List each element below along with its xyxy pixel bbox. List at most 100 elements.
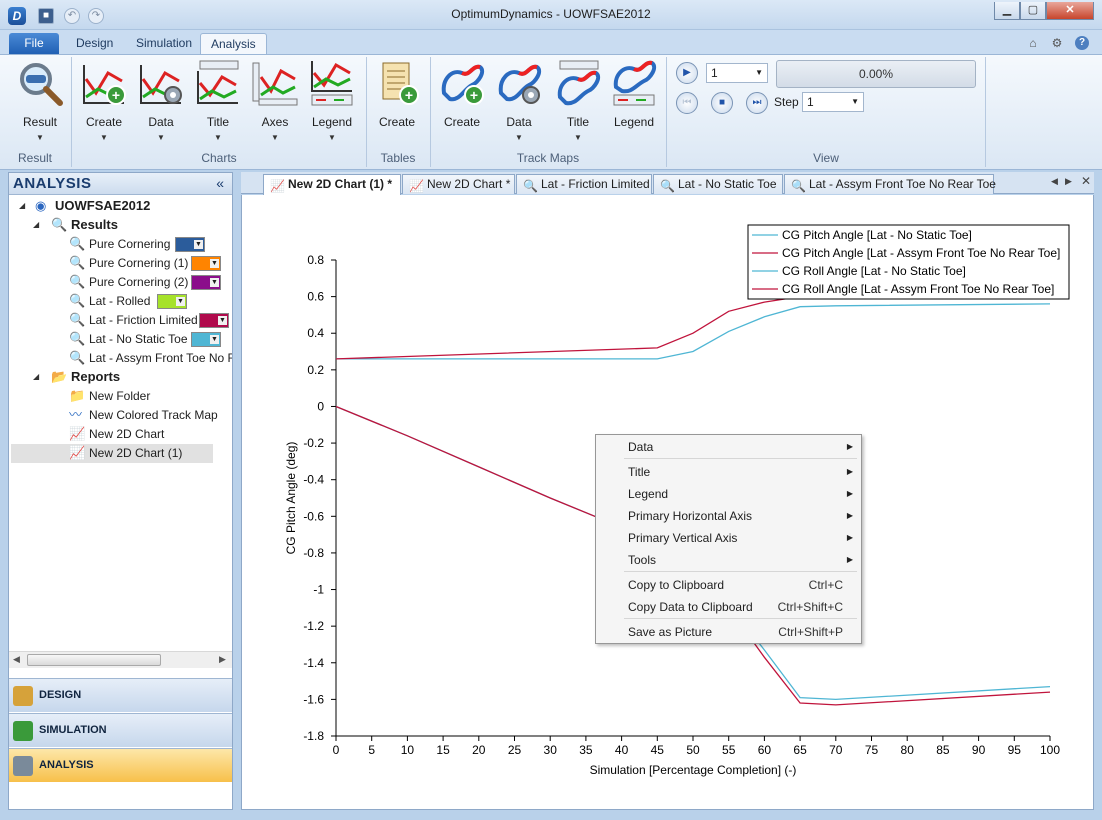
tree-result-item[interactable]: 🔍 Lat - Rolled ▼ <box>9 292 232 311</box>
svg-text:+: + <box>470 87 478 103</box>
doc-tab-friction-limited[interactable]: 🔍 Lat - Friction Limited <box>516 174 652 194</box>
result-color-picker[interactable]: ▼ <box>157 294 187 309</box>
y-tick-label: 0.4 <box>307 326 324 340</box>
stop-icon[interactable]: ■ <box>711 92 733 114</box>
tree-result-item[interactable]: 🔍 Lat - Friction Limited ▼ <box>9 311 232 330</box>
tree-item-colored-track-map[interactable]: 〰 New Colored Track Map <box>9 406 232 425</box>
minimize-ribbon-icon[interactable]: ⌂ <box>1026 36 1040 50</box>
results-folder-icon: 🔍 <box>51 217 68 232</box>
tree-result-item[interactable]: 🔍 Lat - No Static Toe ▼ <box>9 330 232 349</box>
tree-item-2d-chart[interactable]: 📈 New 2D Chart <box>9 425 232 444</box>
x-tick-label: 45 <box>651 743 665 757</box>
x-tick-label: 70 <box>829 743 843 757</box>
chart-data-button[interactable]: Data ▼ <box>133 59 189 147</box>
result-color-picker[interactable]: ▼ <box>191 256 221 271</box>
nav-analysis-button[interactable]: ANALYSIS <box>9 748 232 782</box>
chart-title-button[interactable]: Title ▼ <box>190 59 246 147</box>
doc-tab-2d-chart-1[interactable]: 📈 New 2D Chart (1) * <box>263 174 401 195</box>
tree-horizontal-scrollbar[interactable]: ◀ ▶ <box>9 651 232 668</box>
tree-project-node[interactable]: ◢ ◉ UOWFSAE2012 <box>9 197 232 216</box>
doc-tab-no-static-toe[interactable]: 🔍 Lat - No Static Toe <box>653 174 783 194</box>
menu-item-save-as-picture[interactable]: Save as Picture Ctrl+Shift+P <box>596 622 861 642</box>
menu-item-legend[interactable]: Legend ▶ <box>596 484 861 504</box>
tree-result-item[interactable]: 🔍 Pure Cornering (1) ▼ <box>9 254 232 273</box>
tab-close-icon[interactable]: ✕ <box>1081 174 1091 188</box>
y-tick-label: -1 <box>313 583 324 597</box>
menu-item-copy-data-to-clipboard[interactable]: Copy Data to Clipboard Ctrl+Shift+C <box>596 597 861 617</box>
chart-create-button[interactable]: + Create ▼ <box>76 59 132 147</box>
help-icon[interactable]: ? <box>1075 36 1089 50</box>
chart-add-icon: + <box>80 59 128 107</box>
menu-item-tools[interactable]: Tools ▶ <box>596 550 861 570</box>
collapse-arrow-icon[interactable]: ◢ <box>33 216 39 234</box>
result-color-picker[interactable]: ▼ <box>191 275 221 290</box>
tab-file[interactable]: File <box>9 33 59 54</box>
maximize-button[interactable]: ▢ <box>1020 2 1046 20</box>
playback-speed-select[interactable]: 1 ▼ <box>706 63 768 83</box>
scrollbar-thumb[interactable] <box>27 654 161 666</box>
tree-item-new-folder[interactable]: 📁 New Folder <box>9 387 232 406</box>
collapse-arrow-icon[interactable]: ◢ <box>19 197 25 215</box>
step-select[interactable]: 1 ▼ <box>802 92 864 112</box>
chart-axes-button[interactable]: Axes ▼ <box>247 59 303 147</box>
table-create-button[interactable]: + Create <box>369 59 425 147</box>
menu-item-title[interactable]: Title ▶ <box>596 462 861 482</box>
menu-separator <box>624 571 857 572</box>
settings-gear-icon[interactable]: ⚙ <box>1050 36 1064 50</box>
scroll-left-icon[interactable]: ◀ <box>13 654 20 665</box>
submenu-arrow-icon: ▶ <box>846 533 853 542</box>
line-chart-icon: 📈 <box>409 179 424 193</box>
doc-tab-2d-chart[interactable]: 📈 New 2D Chart * <box>402 174 515 194</box>
tree-item-2d-chart-1[interactable]: 📈 New 2D Chart (1) <box>11 444 213 463</box>
chart-legend-button[interactable]: Legend ▼ <box>304 59 360 147</box>
result-magnifier-icon: 🔍 <box>69 236 86 251</box>
nav-design-button[interactable]: DESIGN <box>9 678 232 712</box>
scroll-right-icon[interactable]: ▶ <box>219 654 226 665</box>
tab-simulation[interactable]: Simulation <box>126 33 202 54</box>
trackmap-create-button[interactable]: + Create <box>434 59 490 147</box>
magnifier-car-icon <box>16 59 64 107</box>
menu-item-data[interactable]: Data ▶ <box>596 437 861 457</box>
legend-entry: CG Pitch Angle [Lat - Assym Front Toe No… <box>782 246 1060 260</box>
tree-result-item[interactable]: 🔍 Pure Cornering ▼ <box>9 235 232 254</box>
doc-tab-assym-front-toe[interactable]: 🔍 Lat - Assym Front Toe No Rear Toe <box>784 174 996 194</box>
menu-separator <box>624 618 857 619</box>
tab-scroll-right-icon[interactable]: ▶ <box>1065 176 1072 187</box>
play-icon[interactable]: ▶ <box>676 62 698 84</box>
result-color-picker[interactable]: ▼ <box>191 332 221 347</box>
close-button[interactable]: ✕ <box>1046 2 1094 20</box>
trackmap-data-button[interactable]: Data ▼ <box>491 59 547 147</box>
menu-item-primary-horizontal-axis[interactable]: Primary Horizontal Axis ▶ <box>596 506 861 526</box>
x-tick-label: 75 <box>865 743 879 757</box>
result-color-picker[interactable]: ▼ <box>199 313 229 328</box>
y-tick-label: -1.6 <box>303 692 324 706</box>
tab-design[interactable]: Design <box>66 33 123 54</box>
chart-legend-icon <box>308 59 356 107</box>
tab-analysis[interactable]: Analysis <box>200 33 267 54</box>
submenu-arrow-icon: ▶ <box>846 511 853 520</box>
nav-simulation-button[interactable]: SIMULATION <box>9 713 232 747</box>
tab-scroll-left-icon[interactable]: ◀ <box>1051 176 1058 187</box>
trackmap-legend-button[interactable]: Legend <box>606 59 662 147</box>
group-label-charts: Charts <box>201 151 237 165</box>
collapse-arrow-icon[interactable]: ◢ <box>33 368 39 386</box>
menu-item-primary-vertical-axis[interactable]: Primary Vertical Axis ▶ <box>596 528 861 548</box>
minimize-button[interactable]: ▁ <box>994 2 1020 20</box>
collapse-pane-icon[interactable]: « <box>216 175 224 191</box>
tree-results-node[interactable]: ◢ 🔍 Results <box>9 216 232 235</box>
chart-legend[interactable]: CG Pitch Angle [Lat - No Static Toe] CG P… <box>747 224 1070 300</box>
step-forward-icon[interactable]: ⏭ <box>746 92 768 114</box>
folder-icon: 📁 <box>69 388 86 403</box>
tree-result-item[interactable]: 🔍 Pure Cornering (2) ▼ <box>9 273 232 292</box>
result-color-picker[interactable]: ▼ <box>175 237 205 252</box>
x-tick-label: 90 <box>972 743 986 757</box>
tree-result-item[interactable]: 🔍Lat - Assym Front Toe No Rear Toe <box>9 349 232 368</box>
tree-reports-node[interactable]: ◢ 📂 Reports <box>9 368 232 387</box>
y-tick-label: 0.8 <box>307 253 324 267</box>
menu-item-copy-to-clipboard[interactable]: Copy to Clipboard Ctrl+C <box>596 575 861 595</box>
menu-separator <box>624 458 857 459</box>
result-button[interactable]: Result ▼ <box>12 59 68 147</box>
explorer-header: ANALYSIS « <box>9 173 232 195</box>
trackmap-title-button[interactable]: Title ▼ <box>550 59 606 147</box>
line-chart-icon: 📈 <box>270 179 285 193</box>
